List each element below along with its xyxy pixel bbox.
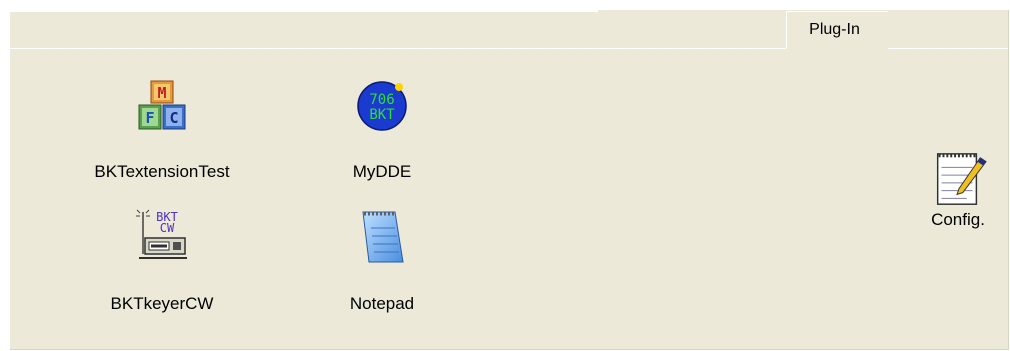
plugin-notepad[interactable]: Notepad bbox=[292, 204, 472, 314]
plugin-label: BKTkeyerCW bbox=[110, 294, 214, 313]
badge-line-706: 706 bbox=[369, 92, 394, 108]
badge-line-bkt: BKT bbox=[369, 107, 395, 123]
plugin-bktextensiontest[interactable]: M F C BKTextensionTest bbox=[72, 77, 252, 187]
plugin-label: MyDDE bbox=[352, 162, 412, 181]
706-bkt-badge-icon: 706 BKT bbox=[357, 81, 407, 131]
tab-strip: Plug-In bbox=[10, 10, 1008, 49]
config-button[interactable]: Config. bbox=[918, 150, 998, 260]
block-m-letter: M bbox=[157, 84, 166, 102]
notepad-pen-icon bbox=[936, 153, 987, 205]
plugin-mydde[interactable]: 706 BKT MyDDE bbox=[292, 77, 472, 187]
plugin-bktkeyercw[interactable]: BKT CW BKTkeyerCW bbox=[72, 204, 252, 314]
tab-plug-in[interactable]: Plug-In bbox=[786, 11, 888, 48]
plugin-label: BKTextensionTest bbox=[94, 162, 230, 181]
tab-label: Plug-In bbox=[809, 21, 860, 38]
plugin-panel: Plug-In M F C BKTextensionTest 706 BKT M… bbox=[10, 10, 1009, 350]
icon-text-cw: CW bbox=[160, 221, 175, 235]
block-c-letter: C bbox=[169, 109, 178, 127]
notepad-icon bbox=[362, 211, 404, 263]
alphabet-blocks-icon: M F C bbox=[138, 80, 186, 130]
cw-keyer-radio-icon: BKT CW bbox=[136, 209, 187, 259]
config-label: Config. bbox=[931, 210, 985, 229]
plugin-label: Notepad bbox=[349, 294, 415, 313]
block-f-letter: F bbox=[145, 109, 154, 127]
